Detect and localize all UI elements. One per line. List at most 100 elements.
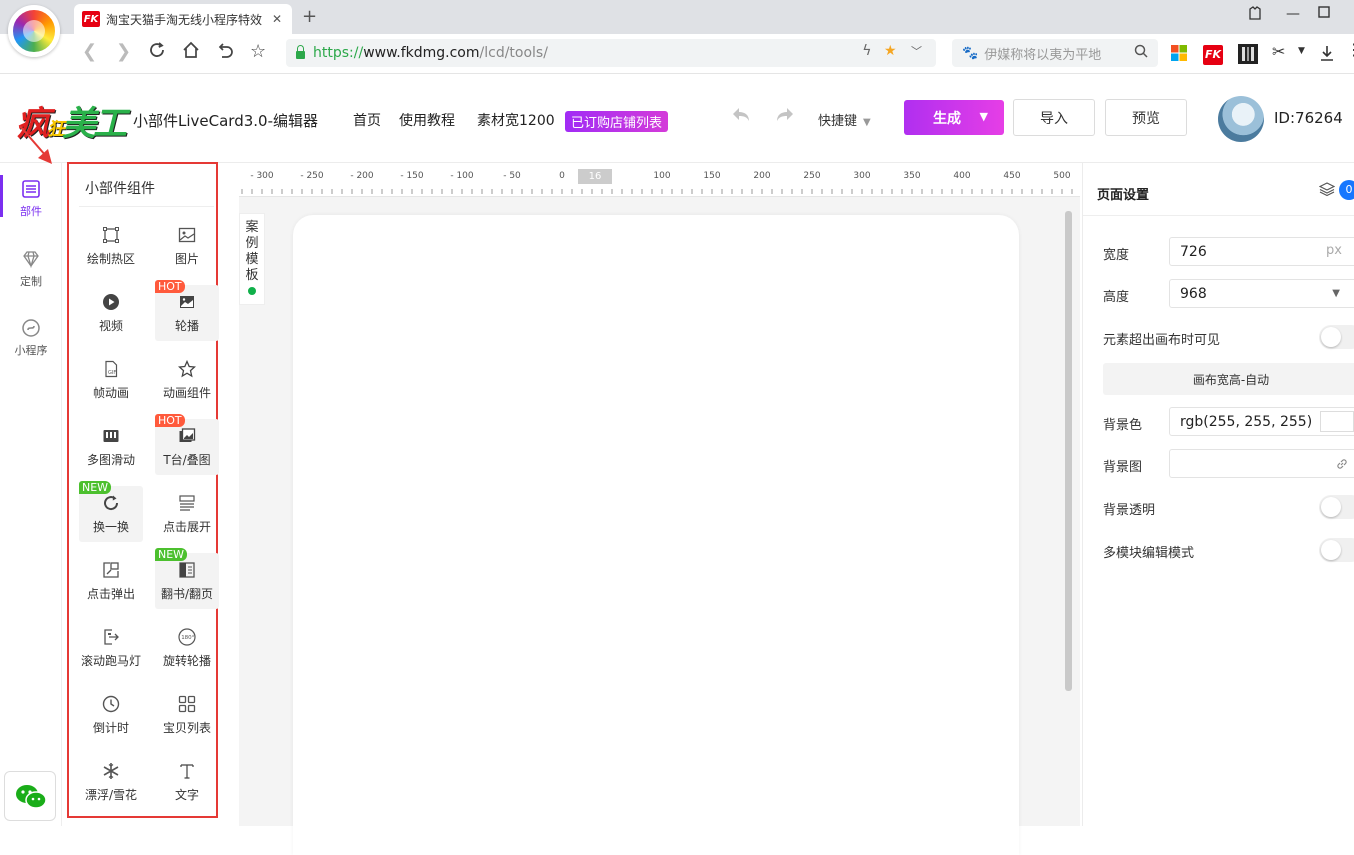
bg-transparent-toggle[interactable] — [1319, 495, 1354, 519]
canvas-scrollbar[interactable] — [1065, 211, 1072, 691]
menu-icon[interactable]: ⋮ — [1346, 40, 1354, 60]
skin-icon[interactable] — [1248, 6, 1262, 24]
component-clock[interactable]: 倒计时 — [79, 687, 143, 743]
dark-extension-icon[interactable] — [1238, 44, 1258, 64]
address-bar-icons: ϟ ★ ﹀ — [862, 43, 922, 59]
app-header: 疯狂美工 小部件LiveCard3.0-编辑器 首页 使用教程 素材宽1200 … — [0, 74, 1354, 163]
component-expand[interactable]: 点击展开 — [155, 486, 219, 542]
search-box[interactable]: 🐾 伊媒称将以夷为平地 — [952, 39, 1158, 67]
minimize-button[interactable]: — — [1286, 6, 1300, 22]
component-multi-slide[interactable]: 多图滑动 — [79, 419, 143, 475]
component-stack-images[interactable]: T台/叠图 HOT — [155, 414, 219, 475]
editor-canvas[interactable] — [293, 215, 1019, 855]
width-label: 宽度 — [1103, 248, 1130, 263]
undo-icon[interactable] — [730, 104, 752, 132]
component-rotate-360[interactable]: 180° 旋转轮播 — [155, 620, 219, 676]
ruler-tick-label: 200 — [753, 171, 771, 181]
case-template-tab[interactable]: 案 例 模 板 — [239, 213, 265, 305]
component-grid-list[interactable]: 宝贝列表 — [155, 687, 219, 743]
rotate-360-icon: 180° — [178, 628, 196, 646]
nav-tutorial[interactable]: 使用教程 — [399, 110, 455, 130]
component-label: 文字 — [174, 788, 199, 802]
rail-item-widgets[interactable]: 部件 — [0, 179, 62, 219]
component-panel: 小部件组件 绘制热区 图片 视频 轮播 HOT GIF 帧动画 动画组件 多图滑动 T台/叠图 HO… — [67, 162, 219, 818]
ruler-tick-label: - 100 — [450, 171, 474, 181]
bookmark-star-icon[interactable]: ☆ — [250, 41, 266, 62]
windows-apps-icon[interactable] — [1170, 44, 1190, 64]
component-label: 帧动画 — [92, 386, 129, 400]
rail-item-custom[interactable]: 定制 — [0, 249, 62, 289]
nav-material-width[interactable]: 素材宽1200 — [477, 110, 555, 130]
overflow-visible-toggle[interactable] — [1319, 325, 1354, 349]
ruler-tick-label: - 300 — [250, 171, 274, 181]
new-tab-button[interactable]: + — [302, 6, 317, 27]
nav-home[interactable]: 首页 — [353, 110, 381, 130]
bgcolor-input[interactable]: rgb(255, 255, 255) — [1169, 407, 1354, 436]
maximize-button[interactable] — [1318, 6, 1330, 22]
multi-module-toggle[interactable] — [1319, 538, 1354, 562]
new-badge: NEW — [79, 481, 112, 494]
book-icon — [179, 562, 195, 578]
ruler-tick-label: 0 — [559, 171, 565, 181]
link-icon[interactable] — [1336, 458, 1348, 470]
forward-icon[interactable]: ❯ — [116, 41, 131, 62]
back-icon[interactable]: ❮ — [82, 41, 97, 62]
search-icon[interactable] — [1134, 44, 1148, 62]
component-video[interactable]: 视频 — [79, 285, 143, 341]
canvas-auto-size-button[interactable]: 画布宽高-自动 — [1103, 363, 1354, 395]
hotspot-icon — [103, 227, 119, 243]
miniprogram-icon — [22, 319, 40, 337]
generate-dropdown-icon[interactable]: ▼ — [980, 110, 988, 123]
color-swatch[interactable] — [1320, 411, 1354, 432]
scissors-icon[interactable]: ✂ — [1272, 42, 1292, 62]
download-icon[interactable] — [1318, 44, 1338, 64]
rail-item-miniprogram[interactable]: 小程序 — [0, 318, 62, 358]
lightning-icon[interactable]: ϟ — [862, 43, 871, 59]
height-select[interactable]: 968 ▼ — [1169, 279, 1354, 308]
browser-tab[interactable]: FK 淘宝天猫手淘无线小程序特效 ✕ — [74, 4, 292, 34]
component-carousel[interactable]: 轮播 HOT — [155, 280, 219, 341]
component-refresh[interactable]: 换一换 NEW — [79, 481, 143, 542]
home-icon[interactable] — [182, 41, 200, 64]
component-hotspot[interactable]: 绘制热区 — [79, 218, 143, 274]
bgimage-input[interactable] — [1169, 449, 1354, 478]
component-star[interactable]: 动画组件 — [155, 352, 219, 408]
image-icon — [178, 227, 196, 243]
component-popup[interactable]: 点击弹出 — [79, 553, 143, 609]
layer-count-badge[interactable]: 0 — [1339, 180, 1354, 200]
component-label: 倒计时 — [92, 721, 129, 735]
tab-close-icon[interactable]: ✕ — [272, 12, 282, 26]
width-input[interactable]: 726 px — [1169, 237, 1354, 266]
component-image[interactable]: 图片 — [155, 218, 219, 274]
wechat-button[interactable] — [4, 771, 56, 821]
component-text[interactable]: 文字 — [155, 754, 219, 810]
user-id: ID:76264 — [1274, 109, 1343, 127]
width-unit: px — [1326, 243, 1342, 258]
preview-button[interactable]: 预览 — [1105, 99, 1187, 136]
component-book[interactable]: 翻书/翻页 NEW — [155, 548, 219, 609]
divider — [1083, 215, 1354, 216]
component-marquee[interactable]: 滚动跑马灯 — [79, 620, 143, 676]
shortcut-dropdown[interactable]: 快捷键 ▼ — [818, 110, 871, 129]
component-frame-animation[interactable]: GIF 帧动画 — [79, 352, 143, 408]
user-avatar[interactable] — [1218, 96, 1264, 142]
layers-stack-icon[interactable] — [1319, 181, 1335, 197]
chevron-down-icon[interactable]: ﹀ — [911, 45, 922, 58]
reload-icon[interactable] — [148, 41, 166, 64]
import-button[interactable]: 导入 — [1013, 99, 1095, 136]
subscribed-shops-badge[interactable]: 已订购店铺列表 — [565, 111, 669, 132]
expand-icon — [179, 495, 195, 511]
address-bar[interactable]: https:// www.fkdmg.com /lcd/tools/ ϟ ★ ﹀ — [286, 39, 936, 67]
browser-tab-bar: FK 淘宝天猫手淘无线小程序特效 ✕ + — — [0, 0, 1354, 34]
favorite-star-icon[interactable]: ★ — [884, 43, 897, 59]
redo-icon[interactable] — [774, 104, 796, 132]
scissors-dropdown-icon[interactable]: ▼ — [1298, 46, 1318, 66]
generate-button[interactable]: 生成 ▼ — [904, 100, 1004, 135]
ruler-tick-label: 400 — [953, 171, 971, 181]
video-icon — [103, 294, 119, 310]
fk-extension-icon[interactable]: FK — [1203, 43, 1223, 65]
component-snowflake[interactable]: 漂浮/雪花 — [79, 754, 143, 810]
browser-logo-icon[interactable] — [8, 5, 60, 57]
undo-close-icon[interactable] — [216, 41, 234, 64]
ruler-tick-label: - 200 — [350, 171, 374, 181]
